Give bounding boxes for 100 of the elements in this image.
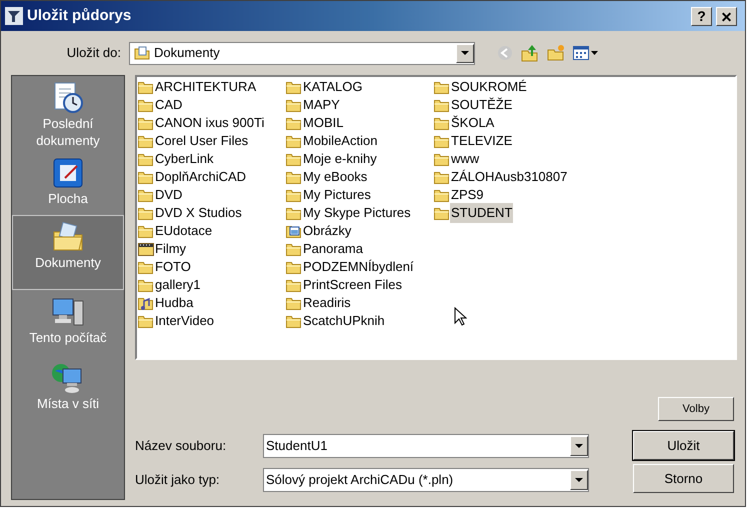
file-name-field[interactable]: StudentU1 <box>263 434 589 458</box>
file-item[interactable]: ScatchUPknih <box>302 311 386 331</box>
file-item[interactable]: ZPS9 <box>450 185 485 205</box>
file-item[interactable]: MobileAction <box>302 131 378 151</box>
app-icon <box>5 7 23 25</box>
places-item[interactable]: Dokumenty <box>12 215 124 290</box>
file-item[interactable]: MAPY <box>302 95 341 115</box>
folder-icon <box>286 188 302 202</box>
folder-icon <box>434 188 450 202</box>
file-item[interactable]: Corel User Files <box>154 131 250 151</box>
file-item[interactable]: www <box>450 149 480 169</box>
folder-icon <box>286 152 302 166</box>
folder-icon <box>286 242 302 256</box>
places-item[interactable]: Poslední dokumenty <box>12 76 124 151</box>
file-item[interactable]: ARCHITEKTURA <box>154 77 258 97</box>
folder-icon <box>286 116 302 130</box>
folder-icon <box>286 296 302 310</box>
file-type-label: Uložit jako typ: <box>135 471 221 490</box>
file-item[interactable]: Hudba <box>154 293 194 313</box>
file-item[interactable]: Panorama <box>302 239 364 259</box>
file-type-dropdown[interactable]: Sólový projekt ArchiCADu (*.pln) <box>263 468 589 492</box>
dropdown-arrow-button[interactable] <box>570 436 588 456</box>
file-item[interactable]: My Skype Pictures <box>302 203 412 223</box>
file-name-value: StudentU1 <box>266 437 328 456</box>
places-item[interactable]: Plocha <box>12 151 124 215</box>
view-menu-button[interactable] <box>573 46 598 60</box>
file-item[interactable]: Readiris <box>302 293 352 313</box>
folder-icon <box>434 98 450 112</box>
caret-icon <box>575 478 583 482</box>
folder-icon <box>434 152 450 166</box>
folder-icon <box>286 170 302 184</box>
folder-icon <box>138 188 154 202</box>
picture-folder-icon <box>286 224 302 238</box>
file-item[interactable]: TELEVIZE <box>450 131 514 151</box>
cancel-button[interactable]: Storno <box>633 464 734 493</box>
folder-icon <box>286 260 302 274</box>
file-item[interactable]: InterVideo <box>154 311 216 331</box>
file-item[interactable]: My Pictures <box>302 185 372 205</box>
file-item[interactable]: ŠKOLA <box>450 113 496 133</box>
film-folder-icon <box>138 242 154 256</box>
file-item[interactable]: CAD <box>154 95 184 115</box>
folder-icon <box>138 224 154 238</box>
folder-icon <box>434 206 450 220</box>
file-item[interactable]: STUDENT <box>450 203 514 223</box>
options-button[interactable]: Volby <box>658 397 734 421</box>
file-item[interactable]: gallery1 <box>154 275 202 295</box>
folder-icon <box>286 206 302 220</box>
folder-icon <box>138 170 154 184</box>
file-item[interactable]: ZÁLOHAusb310807 <box>450 167 568 187</box>
dropdown-arrow-button[interactable] <box>456 44 474 62</box>
folder-icon <box>138 314 154 328</box>
window-title: Uložit půdorys <box>27 6 132 26</box>
folder-icon <box>286 278 302 292</box>
file-item[interactable]: PODZEMNÍbydlení <box>302 257 415 277</box>
file-item[interactable]: MOBIL <box>302 113 344 133</box>
file-item[interactable]: DoplňArchiCAD <box>154 167 248 187</box>
file-item[interactable]: Obrázky <box>302 221 352 241</box>
folder-icon <box>434 80 450 94</box>
folder-icon <box>138 116 154 130</box>
folder-icon <box>138 134 154 148</box>
places-item[interactable]: Místa v síti <box>12 356 124 424</box>
file-item[interactable]: EUdotace <box>154 221 214 241</box>
file-item[interactable]: SOUTĚŽE <box>450 95 514 115</box>
file-item[interactable]: KATALOG <box>302 77 364 97</box>
save-button[interactable]: Uložit <box>633 431 734 460</box>
save-in-dropdown[interactable]: Dokumenty <box>129 42 475 64</box>
file-type-value: Sólový projekt ArchiCADu (*.pln) <box>266 471 454 490</box>
dropdown-arrow-button[interactable] <box>570 470 588 490</box>
folder-icon <box>434 116 450 130</box>
places-item[interactable]: Tento počítač <box>12 290 124 356</box>
music-folder-icon <box>138 296 154 310</box>
file-item[interactable]: DVD <box>154 185 184 205</box>
folder-icon <box>138 98 154 112</box>
file-item[interactable]: CANON ixus 900Ti <box>154 113 266 133</box>
caret-icon <box>461 50 469 56</box>
file-item[interactable]: Moje e-knihy <box>302 149 378 169</box>
file-item[interactable]: FOTO <box>154 257 192 277</box>
file-item[interactable]: My eBooks <box>302 167 368 187</box>
folder-icon <box>286 314 302 328</box>
file-item[interactable]: PrintScreen Files <box>302 275 403 295</box>
desktop-icon <box>51 156 85 190</box>
caret-icon <box>575 444 583 448</box>
folder-icon <box>138 278 154 292</box>
folder-icon <box>138 80 154 94</box>
file-item[interactable]: CyberLink <box>154 149 215 169</box>
documents-icon <box>134 45 150 61</box>
folder-icon <box>286 98 302 112</box>
folder-icon <box>434 170 450 184</box>
help-button[interactable]: ? <box>691 6 712 26</box>
grid-view-icon <box>573 46 589 60</box>
close-button[interactable]: × <box>716 6 737 26</box>
file-item[interactable]: DVD X Studios <box>154 203 243 223</box>
up-folder-icon[interactable] <box>521 44 539 62</box>
folder-icon <box>138 152 154 166</box>
save-in-value: Dokumenty <box>154 44 221 62</box>
file-item[interactable]: Filmy <box>154 239 188 259</box>
file-item[interactable]: SOUKROMÉ <box>450 77 528 97</box>
file-name-label: Název souboru: <box>135 437 228 456</box>
folder-icon <box>138 206 154 220</box>
folder-icon <box>286 80 302 94</box>
